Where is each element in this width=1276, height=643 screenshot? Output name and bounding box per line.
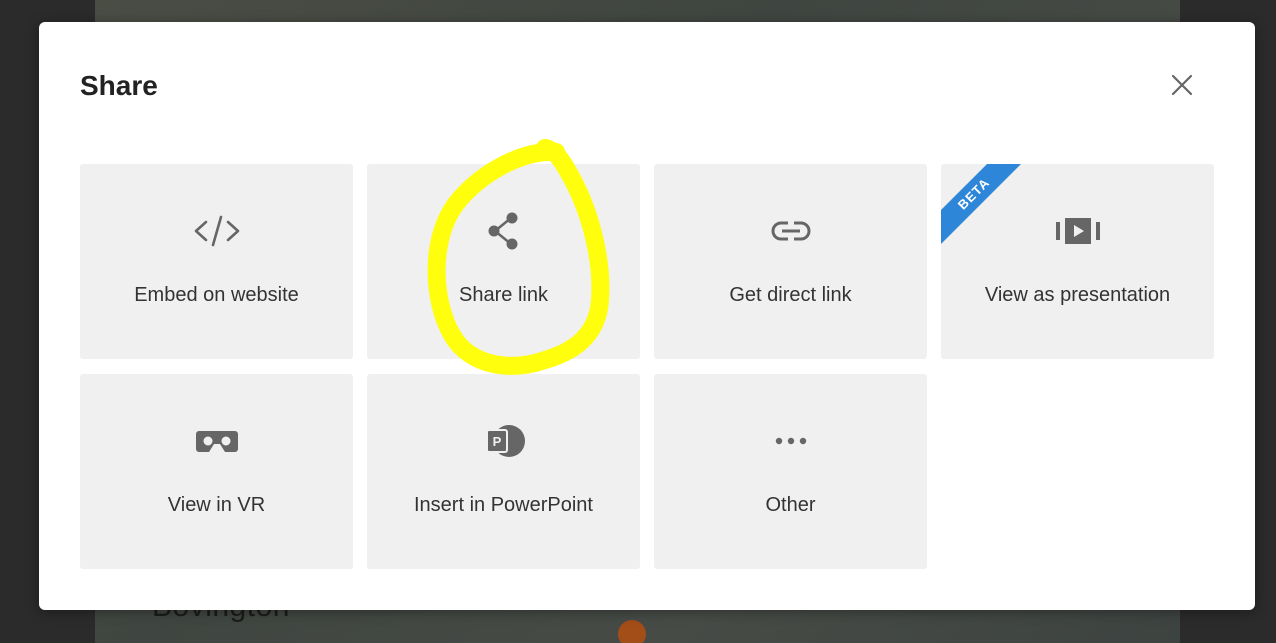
code-icon — [194, 215, 239, 247]
tile-label-share-link: Share link — [459, 284, 548, 306]
tile-get-direct-link[interactable]: Get direct link — [654, 164, 927, 359]
close-button[interactable] — [1165, 68, 1199, 102]
dialog-title: Share — [80, 70, 158, 101]
vr-headset-icon — [195, 431, 238, 452]
tile-label-vr: View in VR — [167, 494, 266, 516]
tile-view-in-vr[interactable]: View in VR — [80, 374, 353, 569]
tile-insert-in-powerpoint[interactable]: P Insert in PowerPoint — [367, 374, 640, 569]
tile-share-link[interactable]: Share link — [367, 164, 640, 359]
tile-label-direct-link: Get direct link — [729, 284, 852, 306]
share-dialog: Share Embed on website Share link Get di… — [39, 22, 1255, 610]
tile-label-other: Other — [765, 494, 816, 516]
close-icon — [1171, 74, 1193, 96]
map-marker — [618, 620, 646, 643]
svg-text:P: P — [492, 434, 501, 449]
tile-view-as-presentation[interactable]: BETA View as presentation — [941, 164, 1214, 359]
tile-label-powerpoint: Insert in PowerPoint — [414, 494, 593, 516]
share-icon — [488, 212, 517, 250]
tile-other[interactable]: Other — [654, 374, 927, 569]
tile-label-embed: Embed on website — [134, 284, 299, 306]
powerpoint-icon: P — [485, 425, 525, 457]
presentation-icon — [1055, 218, 1100, 244]
more-dots-icon — [775, 437, 806, 445]
tile-embed-on-website[interactable]: Embed on website — [80, 164, 353, 359]
link-icon — [771, 220, 810, 242]
tile-label-presentation: View as presentation — [984, 284, 1171, 306]
